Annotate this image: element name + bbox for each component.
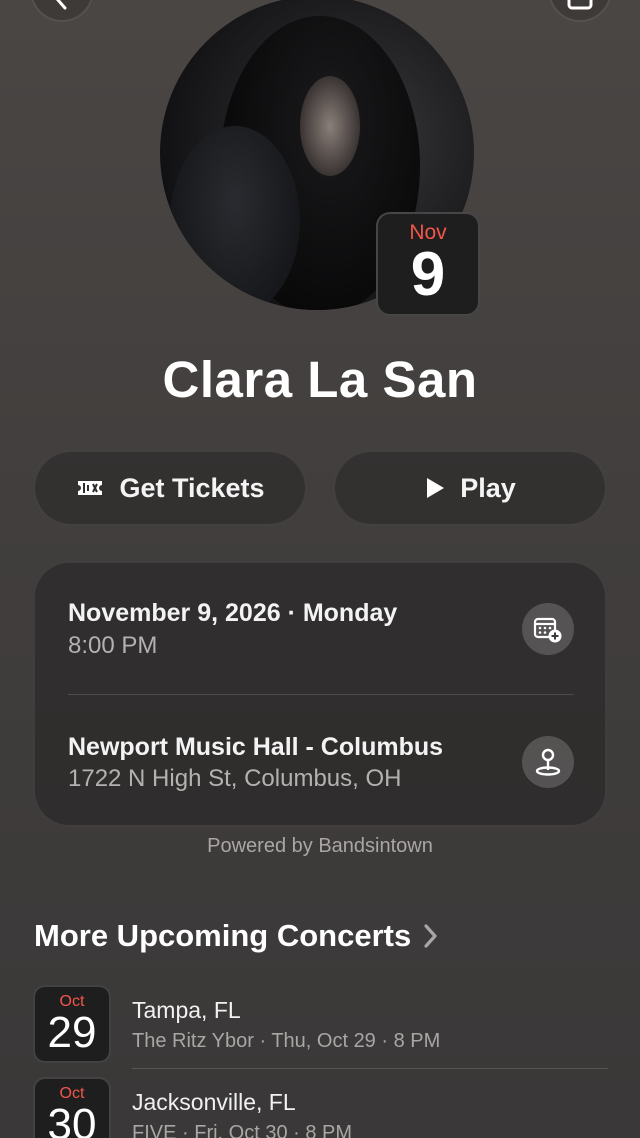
calendar-add-icon (533, 617, 562, 643)
more-concerts-title: More Upcoming Concerts (34, 918, 412, 953)
concert-detail: FIVE · Fri, Oct 30 · 8 PM (132, 1122, 353, 1138)
venue-name: Newport Music Hall - Columbus (68, 733, 444, 761)
add-to-calendar-button[interactable] (522, 603, 574, 655)
chevron-left-icon (56, 0, 67, 10)
event-tile-day: 9 (410, 240, 446, 309)
concert-row[interactable]: Oct 29 Tampa, FL The Ritz Ybor · Thu, Oc… (33, 985, 608, 1069)
concert-city: Tampa, FL (132, 997, 241, 1023)
concert-city: Jacksonville, FL (132, 1089, 296, 1115)
chevron-right-icon (424, 924, 437, 948)
card-divider (68, 694, 574, 695)
row-divider (132, 1068, 608, 1069)
share-button[interactable] (548, 0, 612, 22)
powered-by-text: Powered by Bandsintown (207, 835, 433, 857)
concert-row[interactable]: Oct 30 Jacksonville, FL FIVE · Fri, Oct … (33, 1077, 608, 1138)
get-tickets-label: Get Tickets (119, 472, 265, 503)
open-map-button[interactable] (522, 736, 574, 788)
play-label: Play (460, 472, 516, 503)
more-concerts-header[interactable]: More Upcoming Concerts (34, 918, 439, 954)
ticket-icon (78, 481, 103, 495)
concert-day: 29 (47, 1008, 97, 1057)
event-time: 8:00 PM (68, 632, 158, 659)
back-button[interactable] (30, 0, 94, 22)
map-pin-icon (535, 748, 561, 776)
venue-address: 1722 N High St, Columbus, OH (68, 765, 402, 792)
concert-detail: The Ritz Ybor · Thu, Oct 29 · 8 PM (132, 1030, 441, 1052)
play-icon (427, 478, 445, 498)
event-date: November 9, 2026 · Monday (68, 599, 398, 627)
share-icon (567, 0, 593, 10)
event-date-tile: Nov 9 (376, 212, 480, 316)
concert-day: 30 (47, 1100, 97, 1138)
event-info-card: November 9, 2026 · Monday 8:00 PM Newpor… (33, 561, 607, 827)
concert-date-tile: Oct 29 (33, 985, 111, 1063)
get-tickets-button[interactable]: Get Tickets (33, 450, 307, 526)
play-button[interactable]: Play (333, 450, 607, 526)
artist-name: Clara La San (162, 351, 478, 408)
concert-date-tile: Oct 30 (33, 1077, 111, 1138)
